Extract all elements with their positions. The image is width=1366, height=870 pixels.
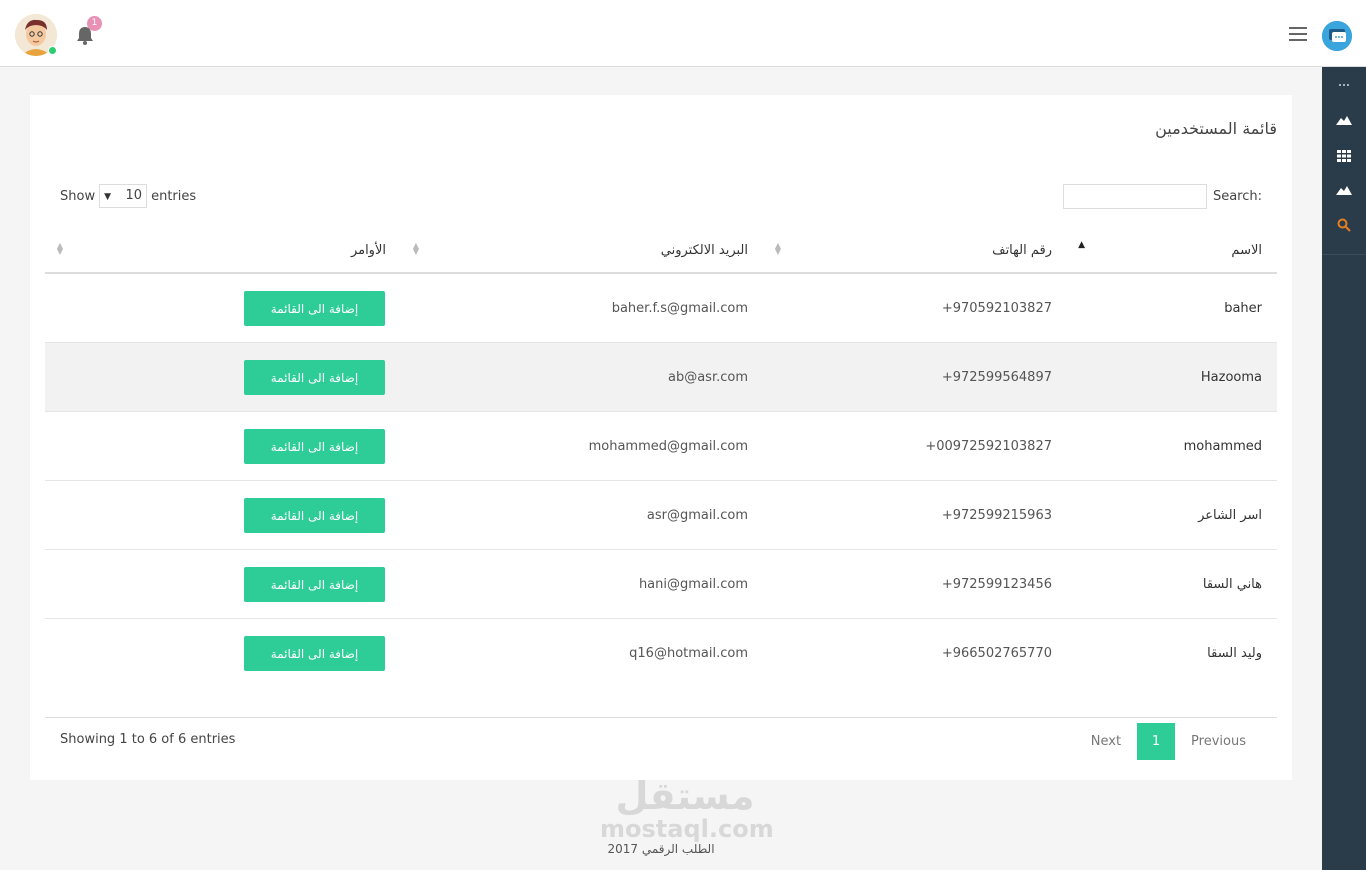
sort-icon[interactable]: ▲ ▼ xyxy=(775,242,781,256)
cell-email: asr@gmail.com xyxy=(646,508,748,523)
search-input[interactable] xyxy=(1062,184,1207,209)
cell-email: mohammed@gmail.com xyxy=(588,439,748,454)
cell-name: mohammed xyxy=(1183,439,1262,454)
page-title: قائمة المستخدمين xyxy=(1155,119,1277,138)
add-to-list-button[interactable]: إضافة الى القائمة xyxy=(244,291,385,326)
cell-email: ab@asr.com xyxy=(667,370,748,385)
mountain-icon[interactable] xyxy=(1322,108,1366,132)
table-footer-divider xyxy=(45,717,1277,718)
search-label: Search: xyxy=(1212,189,1262,204)
sort-asc-icon[interactable]: ▲ xyxy=(1078,241,1085,250)
cell-email: hani@gmail.com xyxy=(638,577,748,592)
users-card: قائمة المستخدمين Show ▼ 10 entries Searc… xyxy=(30,95,1292,780)
table-row: اسر الشاعر +972599215963 asr@gmail.com إ… xyxy=(45,481,1277,550)
right-sidebar xyxy=(1322,67,1366,870)
cell-phone: +966502765770 xyxy=(941,646,1052,661)
column-header-email[interactable]: البريد الالكتروني xyxy=(661,243,748,258)
users-table: الاسم ▲ رقم الهاتف ▲ ▼ البريد الالكتروني … xyxy=(45,229,1277,688)
cell-phone: +972599564897 xyxy=(941,370,1052,385)
search-icon[interactable] xyxy=(1322,213,1366,237)
add-to-list-button[interactable]: إضافة الى القائمة xyxy=(244,429,385,464)
table-row: mohammed +00972592103827 mohammed@gmail.… xyxy=(45,412,1277,481)
cell-phone: +972599215963 xyxy=(941,508,1052,523)
show-label: Show xyxy=(60,188,96,204)
column-header-phone[interactable]: رقم الهاتف xyxy=(992,243,1052,258)
watermark-latin: mostaql.com xyxy=(600,815,774,843)
sort-icon[interactable]: ▲ ▼ xyxy=(413,242,419,256)
cell-phone: +970592103827 xyxy=(941,301,1052,316)
cell-phone: +972599123456 xyxy=(941,577,1052,592)
page-size-control: Show ▼ 10 entries xyxy=(60,184,196,208)
top-bar: 1 xyxy=(0,0,1366,67)
cell-name: اسر الشاعر xyxy=(1198,508,1262,523)
current-page-button[interactable]: 1 xyxy=(1137,723,1176,760)
add-to-list-button[interactable]: إضافة الى القائمة xyxy=(244,567,385,602)
watermark-arabic: مستقل xyxy=(615,774,755,818)
more-dots-icon[interactable] xyxy=(1322,73,1366,97)
watermark-logo: مستقل mostaql.com xyxy=(600,774,774,843)
table-row: baher +970592103827 baher.f.s@gmail.com … xyxy=(45,274,1277,343)
add-to-list-button[interactable]: إضافة الى القائمة xyxy=(244,360,385,395)
menu-icon[interactable] xyxy=(1289,27,1307,41)
page-size-value: 10 xyxy=(125,188,143,203)
online-status-dot xyxy=(48,46,57,55)
mountain-icon[interactable] xyxy=(1322,178,1366,202)
search-control: Search: xyxy=(1062,184,1262,209)
next-page-button[interactable]: Next xyxy=(1075,723,1137,760)
add-to-list-button[interactable]: إضافة الى القائمة xyxy=(244,636,385,671)
footer-copyright: الطلب الرقمي 2017 xyxy=(607,842,715,856)
sidebar-divider xyxy=(1322,254,1366,255)
column-header-name[interactable]: الاسم xyxy=(1231,243,1262,258)
previous-page-button[interactable]: Previous xyxy=(1175,723,1262,760)
dropdown-arrow-icon: ▼ xyxy=(104,192,111,202)
cell-name: baher xyxy=(1224,301,1262,316)
notification-badge: 1 xyxy=(87,16,102,31)
entries-label: entries xyxy=(151,188,197,204)
pagination: Next 1 Previous xyxy=(1075,723,1262,760)
chat-logo-icon[interactable] xyxy=(1322,21,1352,51)
sort-icon[interactable]: ▲ ▼ xyxy=(57,242,63,256)
cell-name: وليد السقا xyxy=(1207,646,1262,661)
table-header: الاسم ▲ رقم الهاتف ▲ ▼ البريد الالكتروني … xyxy=(45,229,1277,274)
column-header-actions[interactable]: الأوامر xyxy=(351,243,386,258)
cell-phone: +00972592103827 xyxy=(925,439,1052,454)
add-to-list-button[interactable]: إضافة الى القائمة xyxy=(244,498,385,533)
cell-name: هاني السقا xyxy=(1202,577,1262,592)
cell-email: baher.f.s@gmail.com xyxy=(611,301,748,316)
cell-email: q16@hotmail.com xyxy=(629,646,748,661)
table-row: وليد السقا +966502765770 q16@hotmail.com… xyxy=(45,619,1277,688)
table-row: Hazooma +972599564897 ab@asr.com إضافة ا… xyxy=(45,343,1277,412)
cell-name: Hazooma xyxy=(1200,370,1262,385)
table-info: Showing 1 to 6 of 6 entries xyxy=(60,732,236,747)
page-size-select[interactable]: ▼ 10 xyxy=(99,184,148,208)
grid-icon[interactable] xyxy=(1322,144,1366,168)
table-row: هاني السقا +972599123456 hani@gmail.com … xyxy=(45,550,1277,619)
